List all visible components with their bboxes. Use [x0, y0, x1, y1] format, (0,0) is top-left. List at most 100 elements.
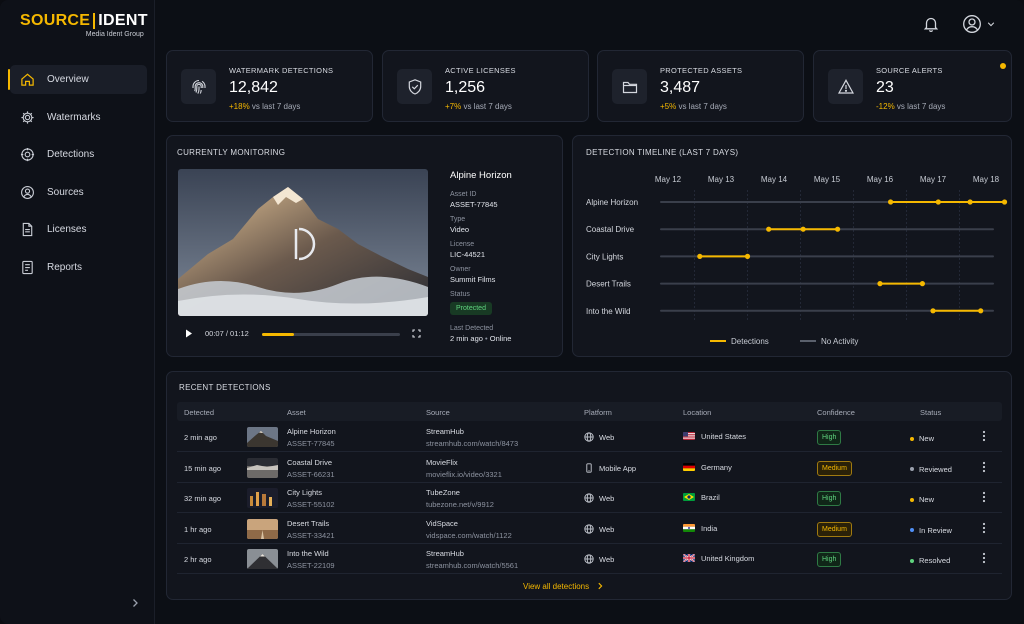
detection-point — [888, 199, 894, 205]
brand-subtitle: Media Ident Group — [85, 31, 144, 38]
platform-name: Web — [599, 524, 615, 534]
meta-key: License — [450, 241, 475, 248]
platform-cell: Web — [584, 493, 614, 503]
column-header[interactable]: Source — [426, 408, 450, 417]
sidebar-item-overview[interactable]: Overview — [8, 65, 147, 94]
video-progress-bar[interactable] — [262, 333, 400, 336]
video-player[interactable] — [178, 169, 428, 316]
status-label: In Review — [919, 525, 952, 535]
app-window: SOURCE IDENT Media Ident Group Overview … — [0, 0, 1024, 624]
location-cell: Germany — [683, 462, 732, 472]
asset-cell[interactable]: Alpine Horizon ASSET-77845 — [287, 427, 336, 448]
platform-name: Web — [599, 555, 615, 564]
sidebar-item-watermarks[interactable]: Watermarks — [10, 103, 147, 132]
location-name: United States — [701, 432, 747, 441]
stat-label: WATERMARK DETECTIONS — [229, 66, 334, 75]
timeline-row-label: Desert Trails — [586, 280, 631, 289]
column-header[interactable]: Platform — [584, 408, 612, 417]
row-menu-button[interactable] — [982, 552, 986, 567]
source-cell[interactable]: MovieFlix movieflix.io/video/3321 — [426, 458, 502, 479]
date-tick-label: May 16 — [867, 175, 894, 184]
sidebar-item-detections[interactable]: Detections — [10, 140, 147, 169]
sidebar-item-reports[interactable]: Reports — [10, 253, 147, 282]
fullscreen-button[interactable] — [412, 329, 421, 340]
asset-cell[interactable]: Coastal Drive ASSET-66231 — [287, 458, 335, 479]
detected-time: 15 min ago — [184, 463, 222, 473]
source-cell[interactable]: TubeZone tubezone.net/v/9912 — [426, 488, 494, 509]
stat-trend: +5% vs last 7 days — [660, 102, 727, 111]
timeline-row-label: Coastal Drive — [586, 225, 635, 234]
table-row[interactable]: 32 min ago City Lights ASSET-55102 TubeZone… — [177, 483, 1002, 513]
chevron-right-icon — [598, 582, 603, 590]
stat-card-active-licenses[interactable]: ACTIVE LICENSES 1,256 +7% vs last 7 days — [382, 50, 589, 122]
platform-cell: Web — [584, 554, 614, 564]
row-menu-button[interactable] — [982, 461, 986, 476]
column-header[interactable]: Asset — [287, 408, 306, 417]
asset-cell[interactable]: City Lights ASSET-55102 — [287, 488, 335, 509]
column-header[interactable]: Confidence — [817, 408, 855, 417]
panel-title: RECENT DETECTIONS — [179, 383, 271, 392]
table-row[interactable]: 2 min ago Alpine Horizon ASSET-77845 Stream… — [177, 422, 1002, 452]
folder-icon — [612, 69, 647, 104]
stat-label: ACTIVE LICENSES — [445, 66, 516, 75]
timeline-row-label: Alpine Horizon — [586, 198, 638, 207]
location-cell: India — [683, 523, 717, 533]
table-row[interactable]: 15 min ago Coastal Drive ASSET-66231 MovieF… — [177, 453, 1002, 483]
stat-value: 23 — [876, 79, 894, 96]
stat-card-source-alerts[interactable]: SOURCE ALERTS 23 -12% vs last 7 days — [813, 50, 1012, 122]
asset-cell[interactable]: Into the Wild ASSET-22109 — [287, 549, 335, 570]
row-menu-button[interactable] — [982, 430, 986, 445]
status-dot — [910, 558, 914, 563]
detected-time: 1 hr ago — [184, 524, 212, 534]
sidebar-item-label: Watermarks — [47, 111, 101, 123]
flag-br-icon — [683, 493, 695, 501]
table-row[interactable]: 2 hr ago Into the Wild ASSET-22109 StreamHu… — [177, 544, 1002, 574]
play-button[interactable] — [185, 329, 193, 340]
column-header[interactable]: Status — [920, 408, 941, 417]
sidebar-item-licenses[interactable]: Licenses — [10, 215, 147, 244]
detection-point — [800, 226, 806, 232]
table-row[interactable]: 1 hr ago Desert Trails ASSET-33421 VidSpace… — [177, 514, 1002, 544]
meta-key: Asset ID — [450, 191, 477, 198]
sidebar-item-sources[interactable]: Sources — [10, 178, 147, 207]
source-cell[interactable]: StreamHub streamhub.com/watch/5561 — [426, 549, 518, 570]
confidence-badge: Medium — [817, 521, 852, 537]
detection-point — [935, 199, 941, 205]
column-header[interactable]: Detected — [184, 408, 214, 417]
meta-value: ASSET-77845 — [450, 200, 498, 209]
asset-name: Into the Wild — [287, 549, 329, 558]
brand-name-right: IDENT — [98, 12, 148, 29]
stat-card-protected-assets[interactable]: PROTECTED ASSETS 3,487 +5% vs last 7 day… — [597, 50, 804, 122]
stat-value: 12,842 — [229, 79, 278, 96]
stat-card-watermark-detections[interactable]: WATERMARK DETECTIONS 12,842 +18% vs last… — [166, 50, 373, 122]
alert-indicator — [1000, 63, 1006, 69]
last-detected: 2 min ago • Online — [450, 334, 512, 343]
column-header[interactable]: Location — [683, 408, 711, 417]
meta-key: Status — [450, 291, 470, 298]
asset-cell[interactable]: Desert Trails ASSET-33421 — [287, 519, 335, 540]
chevron-down-icon — [987, 22, 995, 27]
more-vertical-icon — [982, 491, 986, 503]
warning-icon — [828, 69, 863, 104]
collapse-sidebar-button[interactable] — [130, 597, 142, 609]
platform-cell: Web — [584, 432, 614, 442]
source-cell[interactable]: StreamHub streamhub.com/watch/8473 — [426, 427, 518, 448]
detected-time: 2 min ago — [184, 433, 217, 442]
brand-logo[interactable]: SOURCE IDENT Media Ident Group — [20, 12, 148, 38]
detection-point — [877, 281, 883, 287]
panel-title: CURRENTLY MONITORING — [177, 148, 286, 157]
source-cell[interactable]: VidSpace vidspace.com/watch/1122 — [426, 519, 512, 540]
last-detected-time: 2 min ago — [450, 334, 483, 343]
row-menu-button[interactable] — [982, 522, 986, 537]
status-dot — [910, 467, 914, 471]
notifications-button[interactable] — [922, 15, 940, 33]
row-menu-button[interactable] — [982, 491, 986, 506]
source-url: vidspace.com/watch/1122 — [426, 530, 512, 540]
status-label: New — [919, 434, 935, 443]
source-name: VidSpace — [426, 518, 458, 528]
user-menu-button[interactable] — [962, 14, 1002, 34]
status-label: New — [919, 495, 935, 504]
view-all-detections-link[interactable]: View all detections — [523, 582, 604, 591]
source-url: streamhub.com/watch/8473 — [426, 439, 519, 448]
date-tick-label: May 18 — [973, 175, 1000, 184]
